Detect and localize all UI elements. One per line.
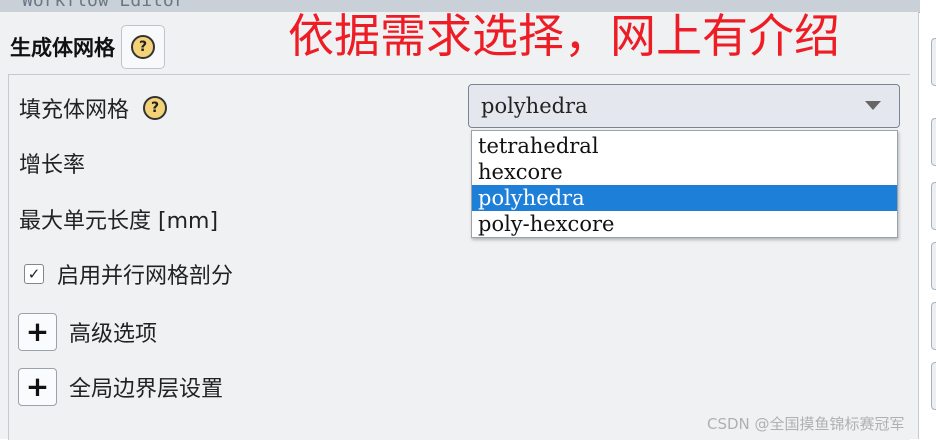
parallel-meshing-checkbox[interactable]: ✓ [24, 264, 44, 284]
advanced-options-label: 高级选项 [69, 322, 158, 347]
max-cell-length-label: 最大单元长度 [mm] [19, 209, 219, 234]
chevron-down-icon [865, 101, 881, 110]
side-panel-button[interactable] [931, 182, 936, 230]
annotation-text: 依据需求选择，网上有介绍 [288, 9, 840, 63]
boundary-layer-label: 全局边界层设置 [69, 377, 224, 402]
advanced-options-expand-button[interactable]: + [18, 313, 57, 351]
fill-mesh-select[interactable]: polyhedra [468, 84, 900, 128]
fill-mesh-select-value: polyhedra [481, 94, 588, 118]
window-title: Workflow Editor [22, 0, 185, 11]
plus-icon: + [25, 315, 50, 348]
dropdown-option-poly-hexcore[interactable]: poly-hexcore [472, 211, 897, 237]
boundary-layer-expand-button[interactable]: + [18, 368, 57, 406]
help-icon[interactable]: ? [143, 96, 168, 120]
dropdown-option-hexcore[interactable]: hexcore [472, 159, 897, 185]
fill-mesh-row: 填充体网格 ? [19, 90, 168, 126]
fill-mesh-label: 填充体网格 [19, 98, 130, 123]
section-help-button[interactable]: ? [121, 25, 165, 69]
help-icon: ? [131, 35, 155, 59]
dropdown-option-polyhedra[interactable]: polyhedra [472, 185, 897, 211]
side-panel-button[interactable] [931, 118, 936, 166]
dropdown-option-tetrahedral[interactable]: tetrahedral [472, 133, 897, 159]
side-panel-button[interactable] [931, 362, 936, 410]
section-title: 生成体网格 [10, 36, 115, 60]
checkmark-icon: ✓ [27, 264, 41, 283]
watermark: CSDN @全国摸鱼锦标赛冠军 [707, 415, 905, 433]
parallel-meshing-label: 启用并行网格剖分 [57, 264, 234, 289]
growth-rate-label: 增长率 [19, 153, 86, 178]
plus-icon: + [25, 370, 50, 403]
fill-mesh-dropdown: tetrahedral hexcore polyhedra poly-hexco… [471, 130, 898, 238]
section-header: 生成体网格 ? [10, 24, 165, 70]
side-panel-button[interactable] [931, 242, 936, 290]
side-panel-button[interactable] [931, 38, 936, 86]
side-panel-button[interactable] [931, 302, 936, 350]
